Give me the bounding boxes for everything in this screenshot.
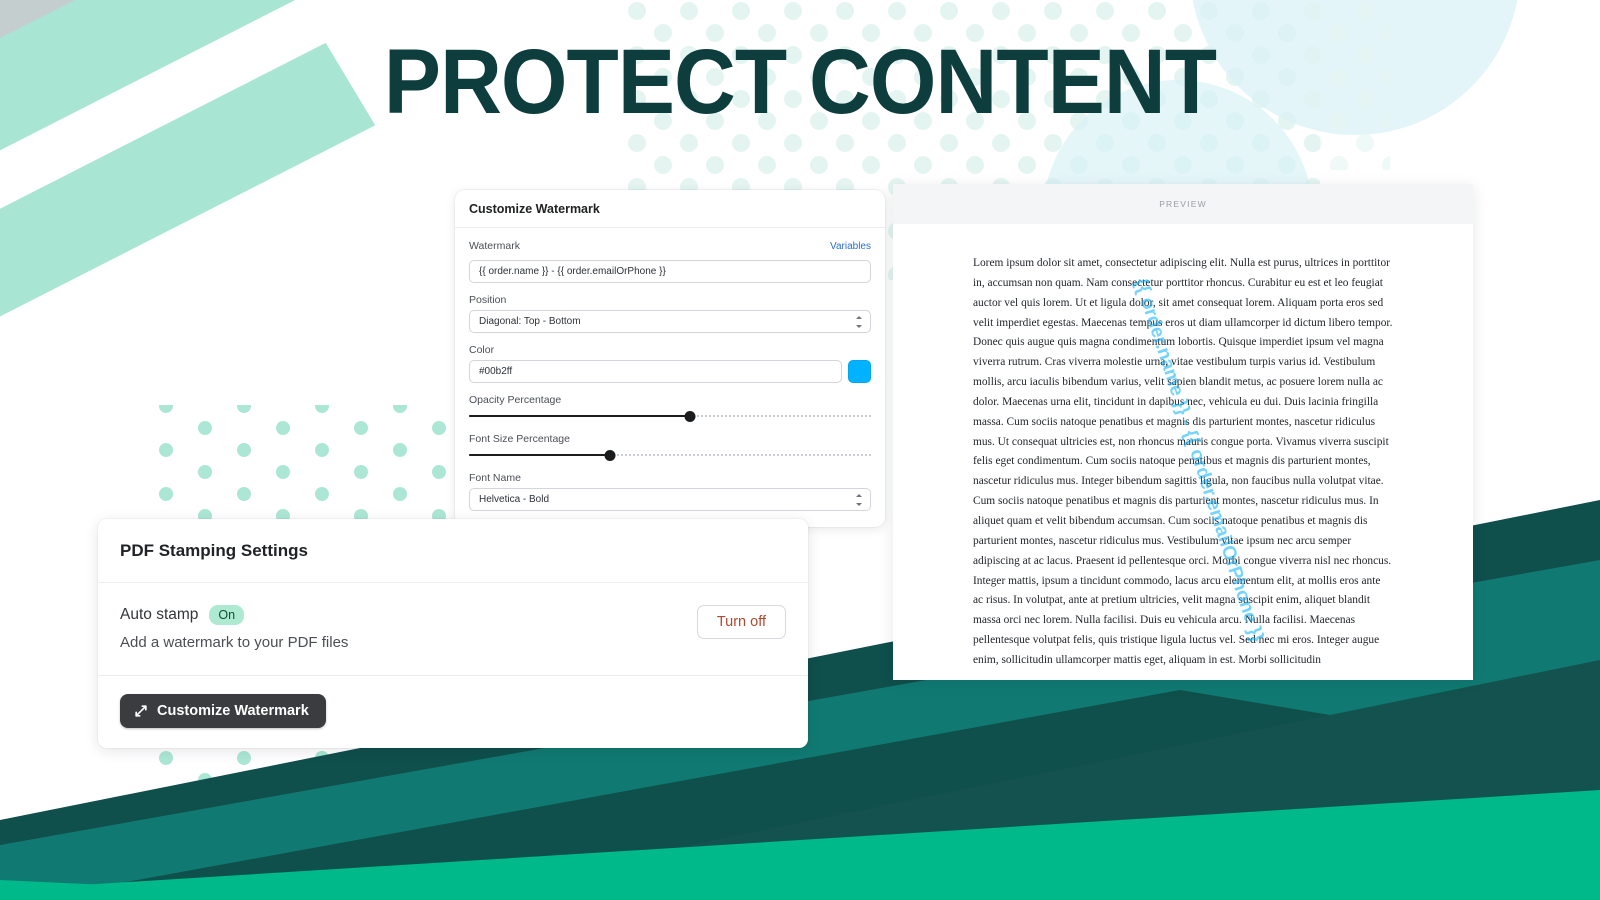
opacity-field-label: Opacity Percentage: [469, 394, 562, 406]
preview-panel: PREVIEW Lorem ipsum dolor sit amet, cons…: [893, 184, 1473, 680]
color-field-label: Color: [469, 344, 495, 356]
customize-watermark-card: Customize Watermark Watermark Variables …: [455, 190, 885, 527]
font-size-field-group: Font Size Percentage: [469, 433, 871, 461]
font-size-field-label: Font Size Percentage: [469, 433, 570, 445]
opacity-slider[interactable]: [469, 410, 871, 422]
opacity-field-group: Opacity Percentage: [469, 394, 871, 422]
pdf-stamping-settings-card: PDF Stamping Settings Auto stamp On Add …: [98, 519, 808, 748]
status-badge: On: [209, 605, 245, 625]
auto-stamp-label: Auto stamp: [120, 606, 199, 623]
preview-document: Lorem ipsum dolor sit amet, consectetur …: [893, 224, 1473, 680]
pdf-stamping-settings-title: PDF Stamping Settings: [98, 519, 808, 583]
watermark-input[interactable]: {{ order.name }} - {{ order.emailOrPhone…: [469, 260, 871, 283]
auto-stamp-description: Add a watermark to your PDF files: [120, 634, 349, 651]
preview-document-text: Lorem ipsum dolor sit amet, consectetur …: [973, 257, 1393, 666]
preview-header-label: PREVIEW: [893, 184, 1473, 224]
customize-watermark-card-title: Customize Watermark: [455, 190, 885, 228]
font-name-select[interactable]: Helvetica - Bold: [469, 488, 871, 511]
customize-watermark-button-label: Customize Watermark: [157, 703, 309, 719]
font-name-field-group: Font Name Helvetica - Bold: [469, 472, 871, 511]
opacity-slider-thumb[interactable]: [684, 410, 696, 422]
turn-off-button[interactable]: Turn off: [696, 605, 786, 639]
font-name-field-label: Font Name: [469, 472, 521, 484]
color-field-group: Color #00b2ff: [469, 344, 871, 383]
color-swatch-button[interactable]: [848, 360, 871, 383]
watermark-field-group: Watermark Variables {{ order.name }} - {…: [469, 240, 871, 283]
watermark-field-label: Watermark: [469, 240, 520, 252]
position-select[interactable]: Diagonal: Top - Bottom: [469, 310, 871, 333]
font-size-slider-thumb[interactable]: [604, 449, 616, 461]
variables-link[interactable]: Variables: [830, 241, 871, 252]
font-size-slider[interactable]: [469, 449, 871, 461]
position-field-group: Position Diagonal: Top - Bottom: [469, 294, 871, 333]
color-hex-input[interactable]: #00b2ff: [469, 360, 842, 383]
expand-arrows-icon: [134, 704, 148, 718]
customize-watermark-button[interactable]: Customize Watermark: [120, 694, 326, 728]
position-field-label: Position: [469, 294, 507, 306]
page-title: PROTECT CONTENT: [383, 31, 1217, 133]
